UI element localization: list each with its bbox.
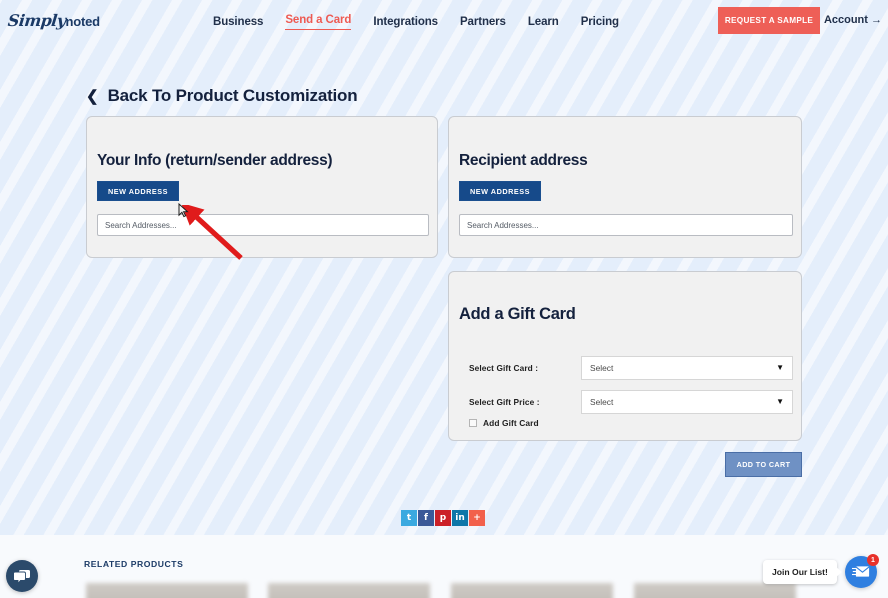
related-product-thumbnail[interactable] bbox=[451, 583, 613, 598]
select-gift-card-value: Select bbox=[582, 363, 613, 373]
related-product-thumbnail[interactable] bbox=[268, 583, 430, 598]
pinterest-share-icon[interactable]: p bbox=[435, 510, 451, 526]
nav-item-integrations[interactable]: Integrations bbox=[373, 15, 438, 29]
facebook-share-icon[interactable]: f bbox=[418, 510, 434, 526]
select-gift-price-value: Select bbox=[582, 397, 613, 407]
add-gift-card-panel: Add a Gift Card Select Gift Card : Selec… bbox=[448, 271, 802, 441]
logo-plain-text: noted bbox=[66, 14, 100, 29]
envelope-icon bbox=[852, 565, 870, 579]
recipient-card-title: Recipient address bbox=[459, 152, 587, 170]
add-to-cart-button[interactable]: ADD TO CART bbox=[725, 452, 802, 477]
select-gift-price-dropdown[interactable]: Select ▼ bbox=[581, 390, 793, 414]
social-share-bar: t f p in + bbox=[401, 510, 485, 526]
select-gift-price-label: Select Gift Price : bbox=[459, 397, 581, 407]
sender-search-addresses-input[interactable] bbox=[97, 214, 429, 236]
account-link[interactable]: Account → bbox=[824, 14, 882, 26]
sender-new-address-button[interactable]: NEW ADDRESS bbox=[97, 181, 179, 201]
add-gift-card-checkbox-row[interactable]: Add Gift Card bbox=[469, 418, 539, 428]
related-product-thumbnail[interactable] bbox=[86, 583, 248, 598]
recipient-new-address-button[interactable]: NEW ADDRESS bbox=[459, 181, 541, 201]
select-gift-price-row: Select Gift Price : Select ▼ bbox=[459, 390, 793, 414]
join-our-list-button[interactable]: 1 bbox=[845, 556, 877, 588]
request-a-sample-button[interactable]: REQUEST A SAMPLE bbox=[718, 7, 820, 34]
site-logo[interactable]: Simply noted bbox=[8, 11, 100, 30]
main-navigation: Business Send a Card Integrations Partne… bbox=[213, 13, 619, 30]
chat-bubble-icon bbox=[14, 569, 31, 584]
sender-card-title: Your Info (return/sender address) bbox=[97, 152, 332, 170]
nav-item-partners[interactable]: Partners bbox=[460, 15, 506, 29]
gift-card-title: Add a Gift Card bbox=[459, 305, 576, 324]
twitter-share-icon[interactable]: t bbox=[401, 510, 417, 526]
linkedin-share-icon[interactable]: in bbox=[452, 510, 468, 526]
chat-widget-button[interactable] bbox=[6, 560, 38, 592]
nav-item-send-a-card[interactable]: Send a Card bbox=[285, 13, 351, 30]
join-our-list-tooltip[interactable]: Join Our List! bbox=[763, 560, 837, 584]
add-gift-card-checkbox[interactable] bbox=[469, 419, 477, 427]
page-root: Simply noted Business Send a Card Integr… bbox=[0, 0, 888, 598]
add-gift-card-checkbox-label: Add Gift Card bbox=[483, 418, 539, 428]
chevron-left-icon: ❮ bbox=[86, 89, 99, 104]
related-products-title: RELATED PRODUCTS bbox=[84, 559, 183, 569]
select-gift-card-dropdown[interactable]: Select ▼ bbox=[581, 356, 793, 380]
logo-script-text: Simply bbox=[7, 11, 67, 30]
more-share-icon[interactable]: + bbox=[469, 510, 485, 526]
nav-item-pricing[interactable]: Pricing bbox=[581, 15, 619, 29]
back-to-product-customization-link[interactable]: ❮ Back To Product Customization bbox=[86, 86, 357, 106]
related-products-section: RELATED PRODUCTS bbox=[0, 535, 888, 598]
back-link-label: Back To Product Customization bbox=[108, 86, 358, 106]
sender-address-card: Your Info (return/sender address) NEW AD… bbox=[86, 116, 438, 258]
related-product-thumbnail[interactable] bbox=[634, 583, 796, 598]
nav-item-learn[interactable]: Learn bbox=[528, 15, 559, 29]
recipient-search-addresses-input[interactable] bbox=[459, 214, 793, 236]
select-gift-card-label: Select Gift Card : bbox=[459, 363, 581, 373]
recipient-address-card: Recipient address NEW ADDRESS bbox=[448, 116, 802, 258]
chevron-down-icon: ▼ bbox=[776, 364, 784, 372]
join-our-list-badge: 1 bbox=[867, 554, 879, 566]
chevron-down-icon: ▼ bbox=[776, 398, 784, 406]
select-gift-card-row: Select Gift Card : Select ▼ bbox=[459, 356, 793, 380]
site-header: Simply noted Business Send a Card Integr… bbox=[0, 0, 888, 42]
nav-item-business[interactable]: Business bbox=[213, 15, 263, 29]
